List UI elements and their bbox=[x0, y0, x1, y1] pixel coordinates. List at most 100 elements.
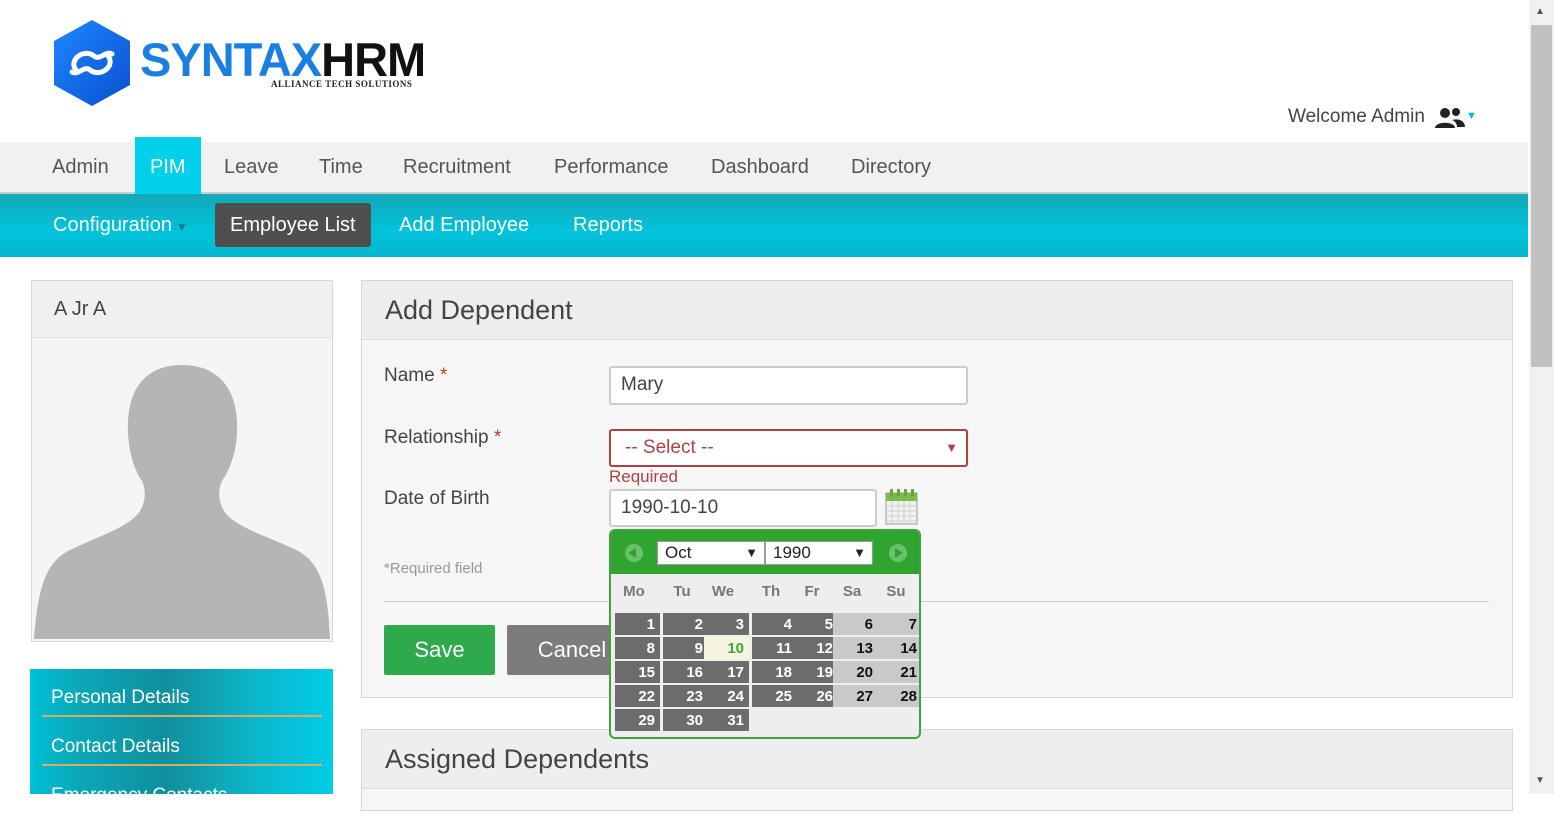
dob-input[interactable]: 1990-10-10 bbox=[609, 489, 877, 527]
day-cell[interactable]: 18 bbox=[752, 661, 797, 683]
day-cell[interactable]: 27 bbox=[833, 685, 878, 707]
day-cell[interactable]: 26 bbox=[793, 685, 838, 707]
dropdown-arrow-icon: ▼ bbox=[745, 545, 758, 560]
day-cell[interactable]: 29 bbox=[615, 709, 660, 731]
name-input[interactable]: Mary bbox=[609, 366, 968, 405]
day-cell[interactable]: 30 bbox=[663, 709, 708, 731]
panel-title: Add Dependent bbox=[362, 281, 1512, 340]
datepicker-header: Oct ▼ 1990 ▼ bbox=[611, 531, 919, 574]
side-item-personal-details[interactable]: Personal Details bbox=[42, 669, 322, 717]
users-icon[interactable] bbox=[1435, 106, 1465, 130]
side-item-emergency-contacts[interactable]: Emergency Contacts bbox=[42, 767, 322, 815]
subnav-configuration-label: Configuration bbox=[53, 214, 172, 236]
day-cell[interactable]: 8 bbox=[615, 637, 660, 659]
dropdown-arrow-icon: ▼ bbox=[945, 440, 958, 455]
nav-directory[interactable]: Directory bbox=[833, 142, 949, 194]
day-cell[interactable]: 28 bbox=[877, 685, 919, 707]
name-label: Name * bbox=[384, 365, 447, 387]
day-cell[interactable]: 14 bbox=[877, 637, 919, 659]
logo-wordmark: SYNTAXHRM bbox=[140, 33, 426, 86]
form-divider bbox=[384, 601, 1489, 602]
scroll-up-icon[interactable]: ▲ bbox=[1535, 6, 1545, 17]
sub-nav: Configuration ▼ Employee List Add Employe… bbox=[0, 194, 1528, 257]
nav-dashboard[interactable]: Dashboard bbox=[693, 142, 827, 194]
weekday-header: Su bbox=[886, 583, 906, 600]
nav-performance[interactable]: Performance bbox=[536, 142, 687, 194]
next-month-icon[interactable] bbox=[889, 544, 907, 562]
avatar[interactable] bbox=[34, 361, 330, 639]
required-star: * bbox=[493, 427, 502, 448]
day-cell[interactable]: 4 bbox=[752, 613, 797, 635]
name-label-text: Name bbox=[384, 365, 435, 386]
day-cell[interactable]: 2 bbox=[663, 613, 708, 635]
relationship-label: Relationship * bbox=[384, 427, 501, 449]
day-cell[interactable]: 23 bbox=[663, 685, 708, 707]
day-cell[interactable]: 13 bbox=[833, 637, 878, 659]
weekday-header: Th bbox=[761, 583, 781, 600]
day-cell[interactable]: 19 bbox=[793, 661, 838, 683]
scroll-down-icon[interactable]: ▼ bbox=[1535, 775, 1545, 786]
caret-down-icon[interactable]: ▼ bbox=[1466, 110, 1477, 122]
relationship-label-text: Relationship bbox=[384, 427, 489, 448]
scrollbar-thumb[interactable] bbox=[1531, 25, 1552, 367]
profile-card: A Jr A bbox=[31, 280, 333, 642]
main-nav: Admin PIM Leave Time Recruitment Perform… bbox=[0, 137, 1528, 194]
panel-title: Assigned Dependents bbox=[362, 730, 1512, 789]
weekday-header: Tu bbox=[673, 583, 691, 600]
employee-name: A Jr A bbox=[32, 281, 332, 338]
day-cell[interactable]: 11 bbox=[752, 637, 797, 659]
day-cell-selected[interactable]: 10 bbox=[704, 637, 749, 659]
day-cell[interactable]: 21 bbox=[877, 661, 919, 683]
relationship-error: Required bbox=[609, 467, 678, 486]
day-cell[interactable]: 24 bbox=[704, 685, 749, 707]
dob-label: Date of Birth bbox=[384, 488, 490, 509]
prev-month-icon[interactable] bbox=[625, 544, 643, 562]
nav-recruitment[interactable]: Recruitment bbox=[385, 142, 529, 194]
required-field-note: *Required field bbox=[384, 560, 483, 577]
subnav-reports[interactable]: Reports bbox=[558, 203, 658, 247]
day-cell[interactable]: 12 bbox=[793, 637, 838, 659]
relationship-select[interactable]: -- Select -- ▼ bbox=[609, 429, 968, 467]
year-select[interactable]: 1990 ▼ bbox=[765, 541, 873, 565]
nav-admin[interactable]: Admin bbox=[34, 142, 127, 194]
day-cell[interactable]: 9 bbox=[663, 637, 708, 659]
weekday-header: Sa bbox=[842, 583, 862, 600]
nav-pim[interactable]: PIM bbox=[135, 137, 201, 194]
profile-side-menu: Personal Details Contact Details Emergen… bbox=[30, 669, 333, 806]
weekday-header: Fr bbox=[804, 583, 820, 600]
day-cell[interactable]: 25 bbox=[752, 685, 797, 707]
calendar-icon[interactable] bbox=[885, 489, 918, 525]
weekday-header: Mo bbox=[623, 583, 645, 600]
day-cell[interactable]: 16 bbox=[663, 661, 708, 683]
syntax-logo-icon bbox=[54, 20, 130, 106]
day-cell[interactable]: 6 bbox=[833, 613, 878, 635]
nav-time[interactable]: Time bbox=[301, 142, 381, 194]
day-cell[interactable]: 31 bbox=[704, 709, 749, 731]
day-cell[interactable]: 22 bbox=[615, 685, 660, 707]
weekday-header: We bbox=[711, 583, 735, 600]
day-cell[interactable]: 1 bbox=[615, 613, 660, 635]
subnav-configuration[interactable]: Configuration ▼ bbox=[38, 203, 203, 247]
required-star: * bbox=[439, 365, 448, 386]
side-item-contact-details[interactable]: Contact Details bbox=[42, 718, 322, 766]
relationship-selected-value: -- Select -- bbox=[625, 437, 714, 458]
day-cell[interactable]: 17 bbox=[704, 661, 749, 683]
caret-down-icon: ▼ bbox=[175, 220, 188, 234]
day-cell[interactable]: 15 bbox=[615, 661, 660, 683]
day-cell[interactable]: 20 bbox=[833, 661, 878, 683]
dropdown-arrow-icon: ▼ bbox=[853, 545, 866, 560]
datepicker: Oct ▼ 1990 ▼ Mo Tu We Th Fr Sa Su 1 2 3 4 5 6 7 8 9 10 11 1… bbox=[609, 529, 921, 739]
subnav-employee-list[interactable]: Employee List bbox=[215, 203, 371, 247]
save-button[interactable]: Save bbox=[384, 625, 495, 675]
nav-leave[interactable]: Leave bbox=[206, 142, 297, 194]
year-value: 1990 bbox=[773, 543, 811, 562]
day-cell[interactable]: 3 bbox=[704, 613, 749, 635]
day-cell[interactable]: 5 bbox=[793, 613, 838, 635]
month-select[interactable]: Oct ▼ bbox=[657, 541, 765, 565]
welcome-text[interactable]: Welcome Admin bbox=[1288, 106, 1425, 128]
assigned-dependents-panel: Assigned Dependents bbox=[361, 729, 1513, 811]
month-value: Oct bbox=[665, 543, 692, 562]
subnav-add-employee[interactable]: Add Employee bbox=[384, 203, 544, 247]
logo-tagline: ALLIANCE TECH SOLUTIONS bbox=[271, 79, 413, 89]
day-cell[interactable]: 7 bbox=[877, 613, 919, 635]
